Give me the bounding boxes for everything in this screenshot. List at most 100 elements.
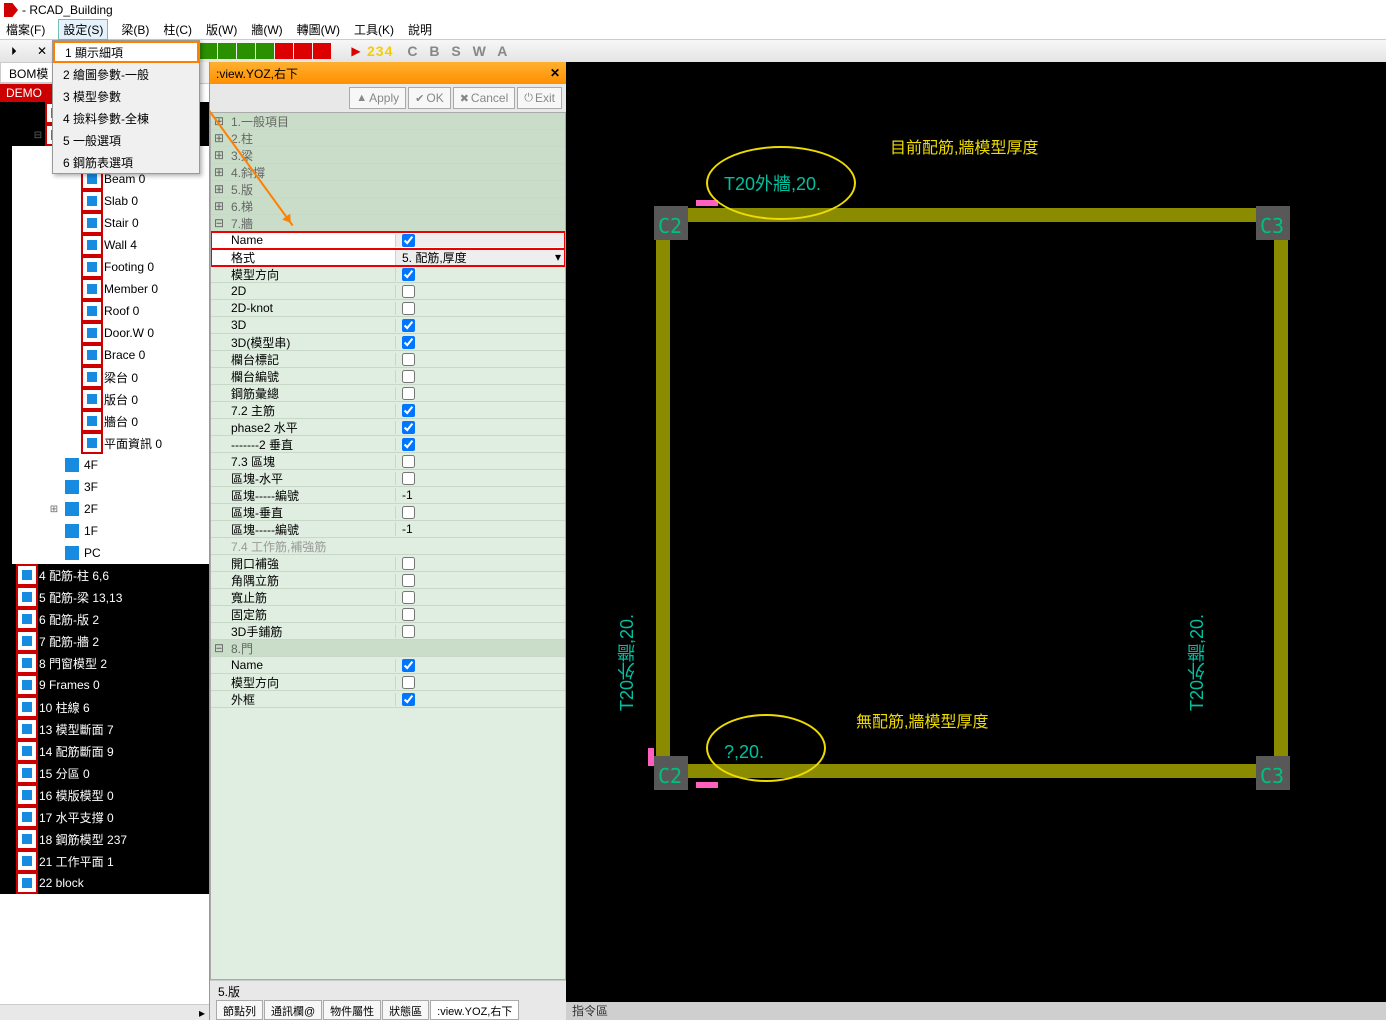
tb-green6-icon[interactable]	[218, 43, 236, 59]
tb-red1-icon[interactable]	[275, 43, 293, 59]
prop-row[interactable]: 鋼筋彙總	[211, 385, 565, 402]
prop-group[interactable]: ⊟8.門	[211, 640, 565, 657]
cancel-button[interactable]: ✖Cancel	[453, 87, 516, 109]
prop-check[interactable]	[402, 659, 415, 672]
command-bar[interactable]: 指令區	[566, 1002, 1386, 1020]
prop-row[interactable]: 3D(模型串)	[211, 334, 565, 351]
prop-check[interactable]	[402, 608, 415, 621]
menu-settings[interactable]: 設定(S)	[59, 20, 107, 39]
menu-help[interactable]: 說明	[408, 21, 432, 38]
tb-play-icon[interactable]: ▶	[346, 42, 366, 60]
tree-item[interactable]: Brace 0	[12, 344, 209, 366]
tree-item[interactable]: 7 配筋-牆 2	[12, 630, 209, 652]
prop-row[interactable]: Name	[211, 657, 565, 674]
prop-row[interactable]: 開口補強	[211, 555, 565, 572]
tree-item[interactable]: 22 block	[12, 872, 209, 894]
close-icon[interactable]: ✕	[550, 66, 560, 80]
tree-item[interactable]: 梁台 0	[12, 366, 209, 388]
prop-row[interactable]: phase2 水平	[211, 419, 565, 436]
tree-item[interactable]: 4 配筋-柱 6,6	[12, 564, 209, 586]
menu-convert[interactable]: 轉圖(W)	[297, 21, 340, 38]
prop-check[interactable]	[402, 438, 415, 451]
prop-group[interactable]: ⊞1.一般項目	[211, 113, 565, 130]
menu-tools[interactable]: 工具(K)	[354, 21, 394, 38]
menu-file[interactable]: 檔案(F)	[6, 21, 45, 38]
tree-item[interactable]: 10 柱線 6	[12, 696, 209, 718]
prop-row[interactable]: 7.3 區塊	[211, 453, 565, 470]
prop-check[interactable]	[402, 285, 415, 298]
tree-item[interactable]: 13 模型斷面 7	[12, 718, 209, 740]
viewport[interactable]: C2 C3 C2 C3 T20外牆,20. T20外牆,20. T20外牆,20…	[566, 62, 1386, 1020]
prop-row[interactable]: 寬止筋	[211, 589, 565, 606]
prop-row[interactable]: 模型方向	[211, 266, 565, 283]
tab-bom[interactable]: BOM模	[0, 62, 57, 83]
prop-row[interactable]: 區塊-----編號-1	[211, 521, 565, 538]
menu-item-2[interactable]: 2 繪圖參數-一般	[53, 63, 199, 85]
tree-item[interactable]: Stair 0	[12, 212, 209, 234]
tree-floor[interactable]: 4F	[12, 454, 209, 476]
prop-row[interactable]: 區塊-水平	[211, 470, 565, 487]
prop-check[interactable]	[402, 574, 415, 587]
bottom-tab[interactable]: 節點列	[216, 1000, 263, 1020]
tree-item[interactable]: Door.W 0	[12, 322, 209, 344]
tree-item[interactable]: 牆台 0	[12, 410, 209, 432]
tree-item[interactable]: 平面資訊 0	[12, 432, 209, 454]
prop-check[interactable]	[402, 506, 415, 519]
tb-x-icon[interactable]: ✕	[32, 42, 52, 60]
bottom-tab[interactable]: :view.YOZ,右下	[430, 1000, 519, 1020]
exit-button[interactable]: ⏻Exit	[517, 87, 562, 109]
prop-check[interactable]	[402, 557, 415, 570]
prop-row[interactable]: 格式5. 配筋,厚度▾	[211, 249, 565, 266]
menu-item-5[interactable]: 5 一般選項	[53, 129, 199, 151]
tb-green5-icon[interactable]	[199, 43, 217, 59]
menu-wall[interactable]: 牆(W)	[251, 21, 282, 38]
tb-red2-icon[interactable]	[294, 43, 312, 59]
tree-floor[interactable]: ⊞2F	[12, 498, 209, 520]
tree-item[interactable]: 14 配筋斷面 9	[12, 740, 209, 762]
prop-check[interactable]	[402, 353, 415, 366]
tb-red3-icon[interactable]	[313, 43, 331, 59]
tree-item[interactable]: 5 配筋-梁 13,13	[12, 586, 209, 608]
prop-row[interactable]: 欄台標記	[211, 351, 565, 368]
prop-group[interactable]: ⊟7.牆	[211, 215, 565, 232]
bottom-tab[interactable]: 通訊欄@	[264, 1000, 322, 1020]
prop-check[interactable]	[402, 319, 415, 332]
tree-floor[interactable]: 3F	[12, 476, 209, 498]
menu-slab[interactable]: 版(W)	[206, 21, 237, 38]
prop-row[interactable]: 2D	[211, 283, 565, 300]
tree-item[interactable]: 6 配筋-版 2	[12, 608, 209, 630]
prop-check[interactable]	[402, 421, 415, 434]
tree-item[interactable]: 17 水平支撐 0	[12, 806, 209, 828]
prop-row[interactable]: 3D手鋪筋	[211, 623, 565, 640]
prop-check[interactable]	[402, 455, 415, 468]
apply-button[interactable]: ▲Apply	[349, 87, 406, 109]
prop-group[interactable]: ⊞2.柱	[211, 130, 565, 147]
prop-row[interactable]: 模型方向	[211, 674, 565, 691]
tb-green8-icon[interactable]	[256, 43, 274, 59]
prop-check[interactable]	[402, 302, 415, 315]
prop-check[interactable]	[402, 387, 415, 400]
tree-floor[interactable]: PC	[12, 542, 209, 564]
prop-row[interactable]: -------2 垂直	[211, 436, 565, 453]
prop-group[interactable]: ⊞6.梯	[211, 198, 565, 215]
prop-check[interactable]	[402, 472, 415, 485]
prop-check[interactable]	[402, 693, 415, 706]
prop-row[interactable]: 區塊-----編號-1	[211, 487, 565, 504]
ok-button[interactable]: ✔OK	[408, 87, 451, 109]
prop-row[interactable]: 角隅立筋	[211, 572, 565, 589]
prop-check[interactable]	[402, 268, 415, 281]
prop-check[interactable]	[402, 676, 415, 689]
prop-check[interactable]	[402, 336, 415, 349]
prop-check[interactable]	[402, 404, 415, 417]
tree-item[interactable]: 版台 0	[12, 388, 209, 410]
tb-4[interactable]: 4	[385, 43, 393, 59]
tree-item[interactable]: 18 鋼筋模型 237	[12, 828, 209, 850]
tree-item[interactable]: 8 門窗模型 2	[12, 652, 209, 674]
tb-flag-icon[interactable]: 🞂	[4, 42, 24, 60]
tree-item[interactable]: 21 工作平面 1	[12, 850, 209, 872]
tree-item[interactable]: 15 分區 0	[12, 762, 209, 784]
menu-item-6[interactable]: 6 鋼筋表選項	[53, 151, 199, 173]
tb-cbswa[interactable]: C B S W A	[407, 43, 511, 59]
prop-row[interactable]: 區塊-垂直	[211, 504, 565, 521]
tree-item[interactable]: Slab 0	[12, 190, 209, 212]
